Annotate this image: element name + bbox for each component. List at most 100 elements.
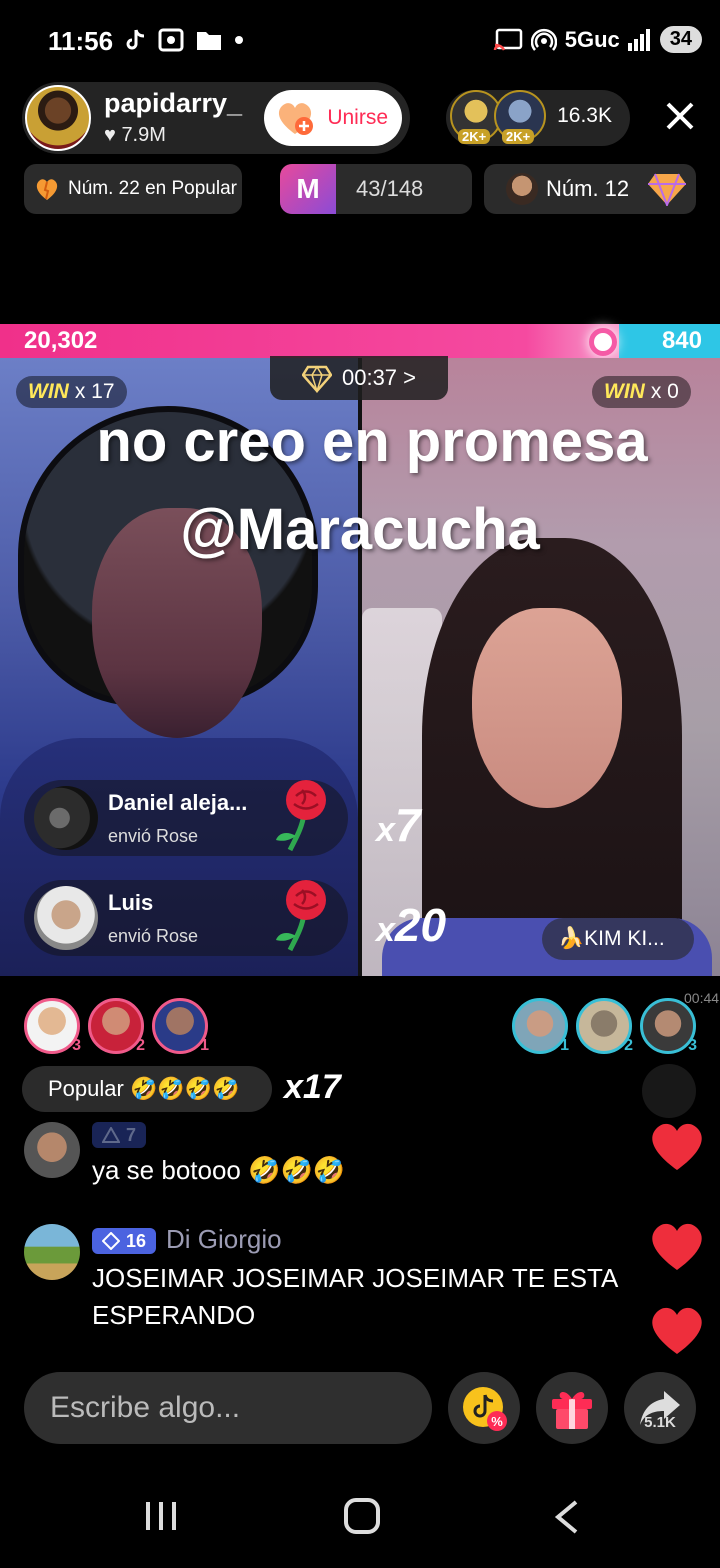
right-win-badge: WIN x 0 — [592, 376, 691, 408]
supporter-rank: 3 — [688, 1037, 697, 1054]
floating-heart-icon — [652, 1223, 702, 1270]
status-bar: 11:56 5Guc 34 — [0, 0, 720, 82]
close-button[interactable] — [660, 96, 700, 136]
signal-icon — [627, 28, 650, 51]
viewer-pill[interactable]: 2K+ 2K+ 16.3K — [446, 90, 630, 146]
supporter-rank: 2 — [624, 1037, 633, 1054]
folder-icon — [197, 32, 221, 50]
left-win-count: x 17 — [74, 380, 115, 403]
supporter-avatar[interactable]: 2 — [576, 998, 633, 1054]
popular-pill[interactable]: Popular 🤣🤣🤣🤣 — [22, 1066, 272, 1112]
small-timer: 00:44 — [684, 990, 720, 1006]
guest-name-tag[interactable]: 🍌KIM KI... — [542, 918, 694, 960]
dot-icon — [235, 36, 243, 44]
gift-notification: Daniel aleja... envió Rose — [24, 780, 348, 856]
ranking-avatar — [506, 173, 538, 205]
left-score: 20,302 — [24, 327, 98, 354]
top-viewer-avatar-2[interactable]: 2K+ — [494, 90, 546, 144]
overlay-text-line-1: no creo en promesa — [96, 409, 648, 474]
level-badge: 7 — [92, 1122, 147, 1148]
rose-icon — [276, 780, 326, 852]
host-avatar[interactable] — [25, 85, 91, 151]
faded-share-icon — [642, 1064, 696, 1118]
orange-heart-icon — [36, 179, 58, 200]
supporter-avatar[interactable]: 1 — [152, 998, 209, 1054]
floating-heart-icon — [652, 1123, 702, 1170]
combo-x: x — [376, 811, 395, 849]
diamond-icon — [301, 365, 332, 393]
join-heart-icon — [278, 103, 313, 135]
comment-avatar[interactable] — [24, 1224, 80, 1280]
gift-sender-name: Luis — [108, 890, 154, 915]
combo-number: 20 — [394, 899, 447, 951]
battle-timer-value: 00:37 > — [341, 365, 416, 390]
gift-action: envió Rose — [108, 826, 199, 846]
right-score: 840 — [661, 327, 702, 354]
host-likes: ♥ 7.9M — [104, 124, 166, 147]
combo-x: x — [376, 911, 395, 949]
join-label: Unirse — [327, 106, 388, 129]
battle-timer[interactable]: 00:37 > — [270, 356, 448, 400]
level-icon — [102, 1232, 120, 1250]
network-label: 5Guc — [564, 26, 620, 52]
left-top-supporters: 3 2 1 — [24, 998, 209, 1054]
score-flare-icon — [589, 328, 617, 356]
goal-progress-pill[interactable]: M 43/148 — [280, 164, 472, 214]
right-win-count: x 0 — [650, 380, 679, 403]
supporter-rank: 1 — [200, 1037, 209, 1054]
hotspot-icon — [530, 28, 557, 51]
popular-rank-label: Núm. 22 en Popular — [68, 178, 237, 199]
heart-small-icon: ♥ — [104, 124, 116, 146]
supporter-avatar[interactable]: 3 — [640, 998, 697, 1054]
level-value: 7 — [126, 1124, 137, 1145]
status-time: 11:56 — [48, 26, 114, 56]
goal-progress-value: 43/148 — [356, 176, 424, 201]
gift-icon — [552, 1392, 592, 1429]
supporter-avatar[interactable]: 1 — [512, 998, 569, 1054]
viewer-badge-2: 2K+ — [502, 129, 535, 144]
comment-text: JOSEIMAR JOSEIMAR JOSEIMAR TE ESTA ESPER… — [92, 1263, 617, 1330]
gift-sender-name: Daniel aleja... — [108, 790, 248, 815]
comment-username[interactable]: Di Giorgio — [166, 1224, 282, 1255]
supporter-rank: 2 — [136, 1037, 145, 1054]
supporter-avatar[interactable]: 3 — [24, 998, 81, 1054]
share-count: 5.1K — [644, 1414, 676, 1431]
battery-level: 34 — [659, 26, 702, 53]
home-icon[interactable] — [344, 1498, 380, 1534]
popular-rank-pill[interactable]: Núm. 22 en Popular — [24, 164, 242, 214]
gem-icon — [648, 173, 687, 206]
coupon-button[interactable]: % — [448, 1372, 520, 1444]
floating-heart-icon — [652, 1307, 702, 1354]
share-button[interactable]: 5.1K — [624, 1372, 696, 1444]
ranking-number-label: Núm. 12 — [546, 176, 630, 201]
viewer-badge-1: 2K+ — [458, 129, 491, 144]
back-icon[interactable] — [552, 1500, 582, 1534]
comment-avatar[interactable] — [24, 1122, 80, 1178]
cast-icon — [493, 28, 522, 51]
overlay-text-line-2: @Maracucha — [180, 497, 540, 562]
rose-icon — [276, 880, 326, 952]
comment-text: ya se botooo 🤣🤣🤣 — [92, 1155, 346, 1185]
right-top-supporters: 1 2 3 — [512, 998, 697, 1054]
level-value: 16 — [126, 1230, 147, 1251]
join-button[interactable]: Unirse — [264, 90, 402, 146]
comment-input[interactable]: Escribe algo... — [24, 1372, 432, 1444]
left-win-badge: WIN x 17 — [16, 376, 127, 408]
gift-combo-count: x20 — [376, 898, 446, 952]
supporter-rank: 3 — [72, 1037, 81, 1054]
gift-notification: Luis envió Rose — [24, 880, 348, 956]
right-win-label: WIN — [604, 380, 645, 403]
popular-combo: x17 — [284, 1068, 341, 1106]
ranking-number-pill[interactable]: Núm. 12 — [484, 164, 696, 214]
host-pill[interactable]: papidarry_ ♥ 7.9M Unirse — [22, 82, 410, 154]
viewer-count[interactable]: 16.3K — [557, 104, 612, 128]
gift-button[interactable] — [536, 1372, 608, 1444]
recent-apps-icon[interactable] — [144, 1500, 178, 1532]
supporter-avatar[interactable]: 2 — [88, 998, 145, 1054]
host-likes-value: 7.9M — [121, 124, 166, 146]
battle-score-bar: 20,302 840 — [0, 324, 720, 358]
tiktok-icon — [126, 29, 145, 50]
combo-number: 7 — [394, 799, 421, 851]
status-left-icons — [124, 28, 244, 52]
gift-sender-avatar — [34, 886, 98, 950]
